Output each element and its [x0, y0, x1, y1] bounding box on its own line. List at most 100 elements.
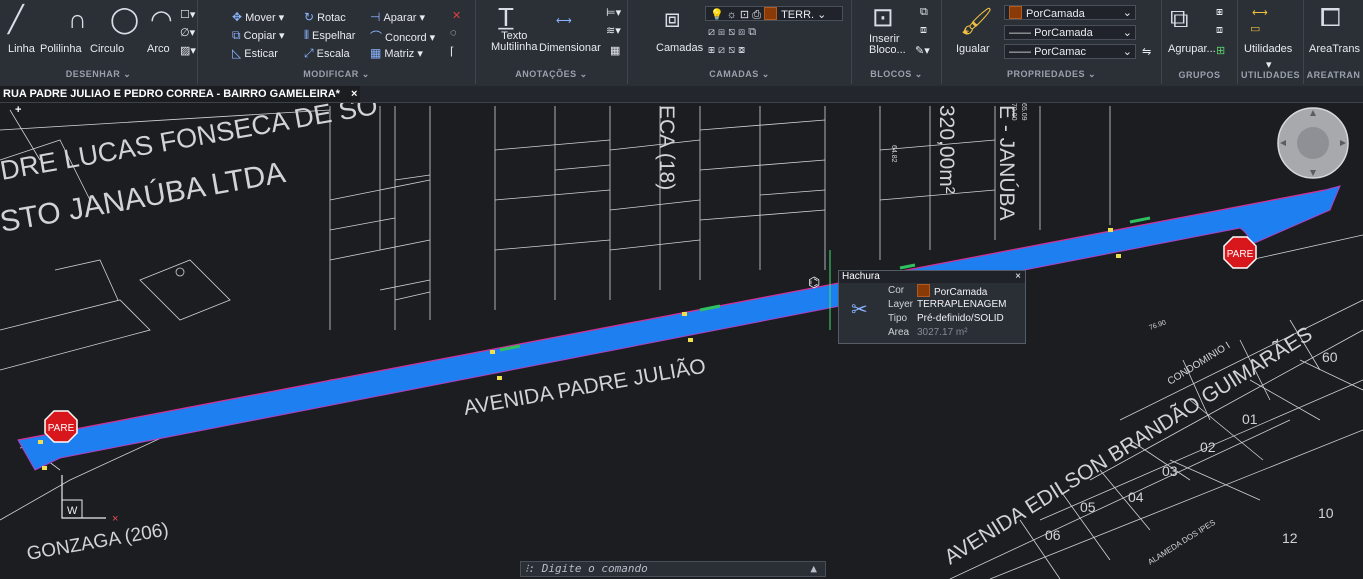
- hatch-icon[interactable]: ▨▾: [180, 44, 196, 57]
- text-style-icon[interactable]: ≋▾: [606, 24, 621, 37]
- popup-row-cor: Cor PorCamada: [885, 284, 1025, 298]
- group-camadas: ⧈ Camadas 💡 ☼ ⊡ ⎙ TERR. ⌄ ⧄ ⧆ ⧅ ⧇ ⧉ ⧆ ⧄ …: [628, 0, 852, 84]
- stop-sign: PARE: [1223, 236, 1257, 269]
- document-tab-bar: RUA PADRE JULIAO E PEDRO CORREA - BAIRRO…: [0, 86, 1363, 116]
- print-icon: ⎙: [752, 9, 762, 21]
- mover-button[interactable]: ✥ Mover ▾: [232, 10, 284, 24]
- label-alameda: ALAMEDA DOS IPES: [1146, 518, 1217, 567]
- copiar-button[interactable]: ⧉ Copiar ▾: [232, 28, 285, 43]
- agrupar-button[interactable]: Agrupar...: [1168, 43, 1216, 55]
- group-utilidades: ⟷ ▭ Utilidades ▾ UTILIDADES: [1238, 0, 1304, 84]
- group-title-modificar[interactable]: MODIFICAR ⌄: [198, 69, 475, 80]
- edit-block-icon[interactable]: ⧈: [920, 24, 927, 37]
- popup-value: TERRAPLENAGEM: [917, 299, 1007, 310]
- layer-combo[interactable]: 💡 ☼ ⊡ ⎙ TERR. ⌄: [705, 6, 843, 21]
- group-title-desenhar[interactable]: DESENHAR ⌄: [0, 69, 197, 80]
- lot-number: 60: [1322, 349, 1338, 365]
- create-block-icon[interactable]: ⧉: [920, 6, 928, 19]
- table-icon[interactable]: ▦: [610, 44, 620, 57]
- lineweight-toggle-icon[interactable]: ⇋: [1142, 45, 1151, 58]
- group-areatrans: ⧠ AreaTrans AREATRAN: [1304, 0, 1363, 84]
- document-tab[interactable]: RUA PADRE JULIAO E PEDRO CORREA - BAIRRO…: [0, 86, 360, 116]
- linetype-combo[interactable]: —— PorCamada ⌄: [1004, 25, 1136, 40]
- command-input[interactable]: Digite o comando: [542, 562, 648, 575]
- label-gonzaga: GONZAGA (206): [25, 519, 170, 565]
- group-title-propriedades[interactable]: PROPRIEDADES ⌄: [942, 69, 1161, 80]
- properties-popup-title: Hachura: [842, 271, 880, 282]
- arco-button[interactable]: Arco: [147, 43, 170, 55]
- measure-icon: ⟷: [1252, 7, 1268, 19]
- lot-number: 01: [1242, 411, 1258, 427]
- lot-number: 03: [1162, 463, 1178, 479]
- group-grupos: ⧉ Agrupar... ⧆ ⧈ ⊞ GRUPOS: [1162, 0, 1238, 84]
- move-icon: ✥: [232, 10, 243, 24]
- lineweight-combo[interactable]: —— PorCamac ⌄: [1004, 44, 1136, 59]
- properties-popup: Hachura × ✂ Cor PorCamada Layer TERRAPLE…: [838, 270, 1026, 344]
- linha-button[interactable]: Linha: [8, 43, 35, 55]
- concord-button[interactable]: ⌒ Concord ▾: [370, 28, 435, 45]
- dim-label: 64.82: [890, 145, 897, 163]
- utilidades-button[interactable]: Utilidades: [1244, 43, 1292, 55]
- group-title-blocos[interactable]: BLOCOS ⌄: [852, 69, 941, 80]
- document-tab-title: RUA PADRE JULIAO E PEDRO CORREA - BAIRRO…: [3, 88, 340, 100]
- close-popup-icon[interactable]: ×: [1015, 271, 1021, 283]
- leader-icon[interactable]: ⊨▾: [606, 6, 621, 19]
- group-anotacoes: T̲ Texto Multilinha ⟷ Dimensionar ⊨▾ ≋▾ ▦…: [476, 0, 628, 84]
- group-modificar: ✥ Mover ▾ ↻ Rotac ⊣ Aparar ▾ ✕ ⧉ Copiar ▾ ⫴ E…: [198, 0, 476, 84]
- escala-button[interactable]: ⤢ Escala: [304, 46, 350, 61]
- offset-icon[interactable]: ◌: [450, 27, 457, 39]
- group-edit-icon[interactable]: ⧈: [1216, 24, 1223, 37]
- label-januba: E - JANÚBA: [995, 105, 1018, 221]
- group-icon: ⧉: [1170, 3, 1189, 33]
- spline-icon[interactable]: ∅▾: [180, 26, 195, 39]
- line-icon: ╱: [8, 4, 24, 34]
- areatrans-button[interactable]: AreaTrans: [1309, 43, 1360, 55]
- color-swatch: [1009, 6, 1022, 19]
- explode-icon[interactable]: ⌈: [450, 45, 454, 58]
- navigation-wheel[interactable]: [1277, 107, 1349, 179]
- hatch-edge: [17, 189, 1326, 441]
- color-combo[interactable]: PorCamada ⌄: [1004, 5, 1136, 20]
- polyline-icon: ∩: [68, 4, 87, 34]
- camadas-button[interactable]: Camadas: [656, 42, 703, 54]
- texto-multilinha-button[interactable]: Texto Multilinha: [491, 31, 537, 53]
- layer-color-swatch: [764, 7, 778, 20]
- command-prefix: ⁝:: [525, 562, 536, 575]
- erase-icon[interactable]: ✕: [452, 9, 461, 22]
- block-attrs-icon[interactable]: ✎▾: [915, 44, 930, 57]
- rectangle-icon[interactable]: ☐▾: [180, 8, 195, 21]
- matriz-button[interactable]: ▦ Matriz ▾: [370, 46, 423, 60]
- command-history-icon[interactable]: ▲: [810, 562, 817, 576]
- dimensionar-button[interactable]: Dimensionar: [539, 42, 601, 54]
- group-title-anotacoes[interactable]: ANOTAÇÕES ⌄: [476, 69, 627, 80]
- igualar-button[interactable]: Igualar: [956, 43, 990, 55]
- ungroup-icon[interactable]: ⧆: [1216, 6, 1223, 19]
- arc-icon: ◠: [150, 4, 173, 34]
- command-line[interactable]: ⁝: Digite o comando ▲: [520, 561, 826, 577]
- inserir-bloco-button[interactable]: Inserir Bloco...: [869, 34, 906, 56]
- rotac-button[interactable]: ↻ Rotac: [304, 10, 346, 24]
- group-select-icon[interactable]: ⊞: [1216, 44, 1225, 57]
- close-tab-icon[interactable]: ×: [351, 88, 357, 100]
- text-icon: T̲: [498, 2, 514, 32]
- ucs-x-marker-icon: ×: [112, 513, 118, 525]
- aparar-button[interactable]: ⊣ Aparar ▾: [370, 10, 425, 24]
- circulo-button[interactable]: Circulo: [90, 43, 124, 55]
- group-title-areatrans: AREATRAN: [1306, 70, 1361, 80]
- espelhar-button[interactable]: ⫴ Espelhar: [304, 28, 355, 43]
- color-swatch: [917, 284, 930, 297]
- group-title-camadas[interactable]: CAMADAS ⌄: [628, 69, 851, 80]
- polilinha-button[interactable]: Polilinha: [40, 43, 82, 55]
- group-blocos: ⊡ Inserir Bloco... ⧉ ⧈ ✎▾ BLOCOS ⌄: [852, 0, 942, 84]
- label-area-320: 320,00m²: [935, 105, 958, 194]
- esticar-button[interactable]: ◺ Esticar: [232, 46, 278, 60]
- copy-icon: ⧉: [232, 28, 241, 42]
- dim-label: 65.09: [1020, 103, 1027, 121]
- drawing-canvas[interactable]: ⌬ DRE LUCAS FONSECA DE SO STO JANAÚBA LT…: [0, 103, 1363, 579]
- insert-block-icon: ⊡: [872, 2, 894, 32]
- layer-tools-row1[interactable]: ⧄ ⧆ ⧅ ⧇ ⧉: [708, 26, 756, 39]
- layer-tools-row2[interactable]: ⧆ ⧄ ⧅ ⧇: [708, 44, 745, 57]
- bulb-icon: 💡: [710, 9, 724, 21]
- ribbon: ╱ ∩ ◯ ◠ ☐▾ ∅▾ ▨▾ Linha Polilinha Circulo…: [0, 0, 1363, 87]
- areatrans-icon: ⧠: [1320, 2, 1341, 32]
